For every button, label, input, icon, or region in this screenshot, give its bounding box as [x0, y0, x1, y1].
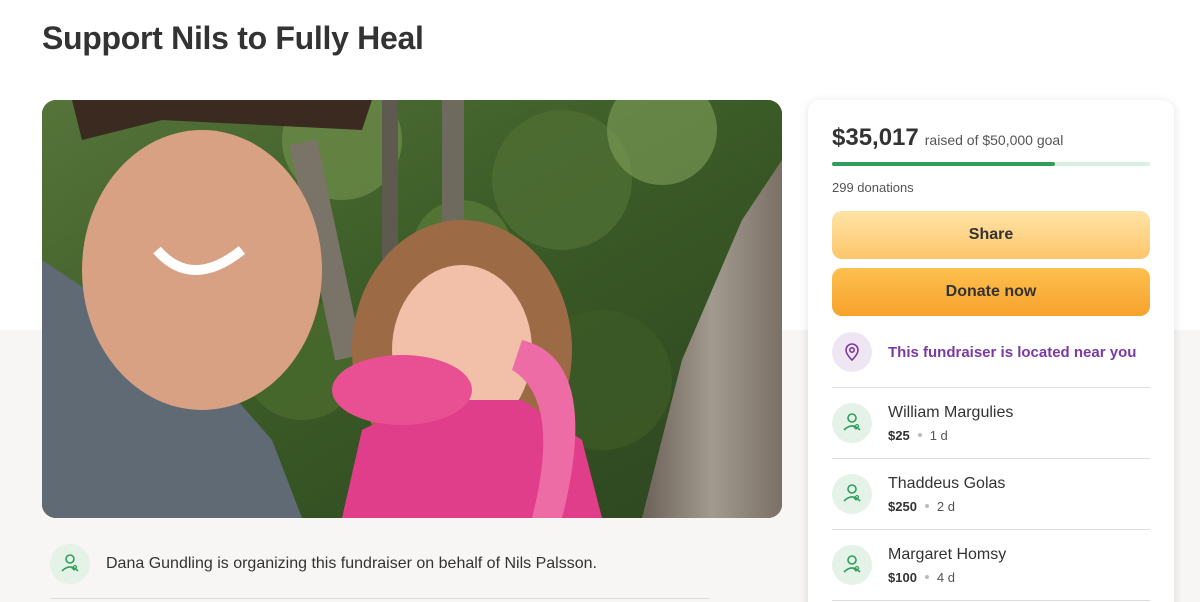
donor-item: William Margulies $25 1 d	[832, 388, 1150, 459]
donor-meta: $25 1 d	[888, 428, 1013, 443]
donor-time: 4 d	[936, 569, 955, 585]
hero-image	[42, 100, 782, 518]
donor-avatar	[832, 545, 872, 585]
donor-meta: $100 4 d	[888, 570, 1006, 585]
heart-hand-icon	[61, 554, 79, 572]
donor-info: William Margulies $25 1 d	[888, 404, 1013, 443]
separator-dot	[924, 575, 929, 579]
share-button[interactable]: Share	[832, 211, 1150, 259]
donor-item: Margaret Homsy $100 4 d	[832, 530, 1150, 601]
page-title: Support Nils to Fully Heal	[42, 20, 424, 56]
hero-photo[interactable]	[42, 100, 782, 518]
progress-bar	[832, 162, 1150, 166]
donate-now-button[interactable]: Donate now	[832, 268, 1150, 316]
donor-amount: $250	[888, 498, 917, 514]
donor-list: William Margulies $25 1 d Thaddeus Golas	[832, 388, 1150, 601]
organizer-text: Dana Gundling is organizing this fundrai…	[106, 555, 597, 572]
donor-info: Margaret Homsy $100 4 d	[888, 546, 1006, 585]
location-row[interactable]: This fundraiser is located near you	[832, 332, 1150, 372]
progress-fill	[832, 162, 1055, 166]
donor-avatar	[832, 474, 872, 514]
goal-text: raised of $50,000 goal	[924, 132, 1064, 148]
donor-amount: $100	[888, 569, 917, 585]
donor-meta: $250 2 d	[888, 499, 1005, 514]
amount-row: $35,017 raised of $50,000 goal	[832, 124, 1150, 152]
donor-info: Thaddeus Golas $250 2 d	[888, 475, 1005, 514]
location-text: This fundraiser is located near you	[888, 343, 1137, 361]
donor-item: Thaddeus Golas $250 2 d	[832, 459, 1150, 530]
organizer-avatar	[50, 544, 90, 584]
heart-hand-icon	[843, 484, 861, 502]
donation-panel: $35,017 raised of $50,000 goal 299 donat…	[808, 100, 1174, 602]
amount-raised: $35,017	[832, 124, 919, 151]
heart-hand-icon	[843, 555, 861, 573]
donations-count: 299 donations	[832, 180, 914, 195]
location-icon-wrap	[832, 332, 872, 372]
separator-dot	[924, 504, 929, 508]
donor-name: Margaret Homsy	[888, 545, 1007, 563]
donor-name: Thaddeus Golas	[888, 474, 1006, 492]
heart-hand-icon	[843, 413, 861, 431]
separator-dot	[917, 433, 922, 437]
organizer-row: Dana Gundling is organizing this fundrai…	[50, 544, 710, 584]
donor-amount: $25	[888, 427, 910, 443]
donor-name: William Margulies	[888, 403, 1014, 421]
organizer-divider	[50, 598, 710, 599]
map-pin-icon	[845, 343, 859, 362]
donor-time: 1 d	[929, 427, 948, 443]
donor-avatar	[832, 403, 872, 443]
donor-time: 2 d	[936, 498, 955, 514]
